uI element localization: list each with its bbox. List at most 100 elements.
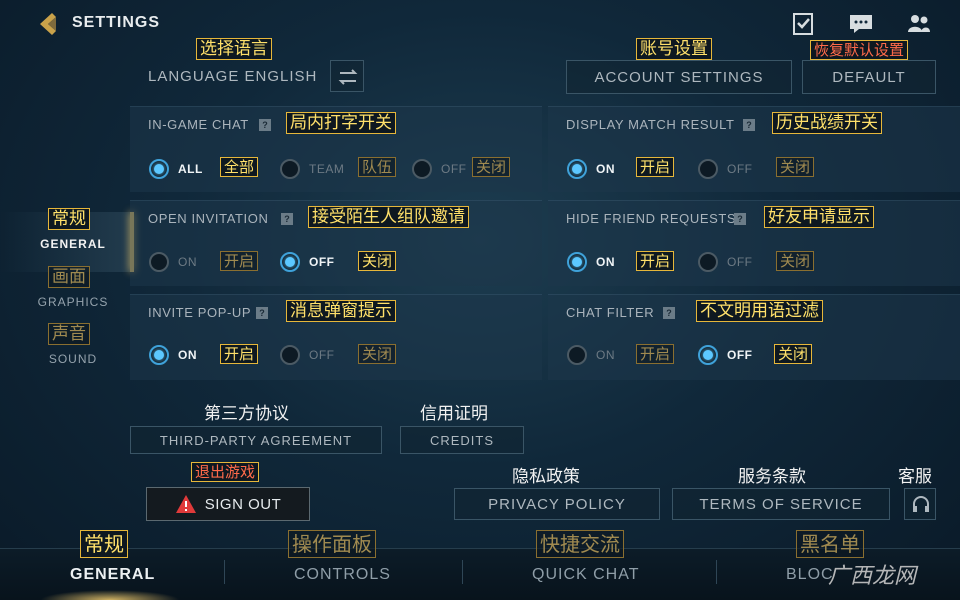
- help-icon[interactable]: ?: [734, 213, 746, 225]
- invite-popup-off-cn: 关闭: [358, 344, 397, 364]
- open-invitation-off-label: OFF: [309, 255, 335, 269]
- tab-quick-chat[interactable]: QUICK CHAT: [532, 566, 639, 584]
- account-settings-button[interactable]: ACCOUNT SETTINGS: [566, 60, 792, 94]
- display-match-cn: 历史战绩开关: [772, 112, 882, 134]
- help-icon[interactable]: ?: [281, 213, 293, 225]
- display-match-title: DISPLAY MATCH RESULT: [566, 117, 735, 132]
- swap-icon: [338, 69, 358, 85]
- display-match-on-label: ON: [596, 162, 615, 176]
- default-cn-label: 恢复默认设置: [810, 40, 909, 60]
- credits-cn: 信用证明: [420, 404, 488, 424]
- third-party-agreement-button[interactable]: THIRD-PARTY AGREEMENT: [130, 426, 382, 454]
- language-label[interactable]: LANGUAGE ENGLISH: [148, 68, 317, 85]
- hide-friend-on-label: ON: [596, 255, 615, 269]
- terms-cn: 服务条款: [738, 467, 806, 487]
- open-invitation-on-cn: 开启: [220, 251, 259, 271]
- customer-support-button[interactable]: [904, 488, 936, 520]
- help-icon[interactable]: ?: [259, 119, 271, 131]
- open-invitation-off-radio[interactable]: [280, 252, 300, 272]
- tab-quick-chat-cn: 快捷交流: [536, 530, 624, 558]
- ingame-chat-team-radio[interactable]: [280, 159, 300, 179]
- invite-popup-title: INVITE POP-UP: [148, 305, 252, 320]
- nav-general[interactable]: GENERAL: [28, 237, 118, 251]
- privacy-cn: 隐私政策: [512, 467, 580, 487]
- nav-general-cn: 常规: [48, 208, 90, 230]
- open-invitation-on-label: ON: [178, 255, 197, 269]
- ingame-chat-off-radio[interactable]: [412, 159, 432, 179]
- friends-icon[interactable]: [906, 12, 932, 36]
- page-title: SETTINGS: [72, 14, 161, 31]
- language-cn-label: 选择语言: [196, 38, 272, 60]
- hide-friend-off-cn: 关闭: [776, 251, 815, 271]
- invite-popup-on-radio[interactable]: [149, 345, 169, 365]
- default-button[interactable]: DEFAULT: [802, 60, 936, 94]
- sign-out-label: SIGN OUT: [204, 495, 282, 513]
- headset-icon: [913, 496, 929, 512]
- open-invitation-title: OPEN INVITATION: [148, 211, 269, 226]
- back-icon[interactable]: [36, 10, 64, 38]
- open-invitation-off-cn: 关闭: [358, 251, 397, 271]
- help-icon[interactable]: ?: [256, 307, 268, 319]
- open-invitation-cn: 接受陌生人组队邀请: [308, 206, 469, 228]
- help-icon[interactable]: ?: [663, 307, 675, 319]
- warning-icon: [175, 495, 196, 513]
- watermark-text: 广西龙网: [828, 564, 917, 589]
- account-settings-cn-label: 账号设置: [636, 38, 712, 60]
- chat-filter-cn: 不文明用语过滤: [696, 300, 823, 322]
- tab-general-cn: 常规: [80, 530, 128, 558]
- terms-of-service-button[interactable]: TERMS OF SERVICE: [672, 488, 890, 520]
- tab-active-glow: [40, 590, 180, 600]
- tab-block-cn: 黑名单: [796, 530, 864, 558]
- nav-graphics[interactable]: GRAPHICS: [28, 295, 118, 309]
- signout-cn: 退出游戏: [191, 462, 260, 482]
- support-cn: 客服: [898, 467, 932, 487]
- ingame-chat-off-label: OFF: [441, 162, 467, 176]
- tab-controls[interactable]: CONTROLS: [294, 566, 391, 584]
- invite-popup-off-label: OFF: [309, 348, 335, 362]
- tab-block[interactable]: BLOC: [786, 566, 834, 584]
- nav-sound[interactable]: SOUND: [28, 352, 118, 366]
- ingame-chat-all-radio[interactable]: [149, 159, 169, 179]
- open-invitation-on-radio[interactable]: [149, 252, 169, 272]
- display-match-off-label: OFF: [727, 162, 753, 176]
- language-swap-button[interactable]: [330, 60, 364, 92]
- hide-friend-off-label: OFF: [727, 255, 753, 269]
- tab-separator: [224, 560, 225, 584]
- ingame-chat-cn: 局内打字开关: [286, 112, 396, 134]
- chat-filter-title: CHAT FILTER: [566, 305, 655, 320]
- chat-filter-off-radio[interactable]: [698, 345, 718, 365]
- display-match-on-cn: 开启: [636, 157, 675, 177]
- display-match-on-radio[interactable]: [567, 159, 587, 179]
- chat-filter-on-radio[interactable]: [567, 345, 587, 365]
- invite-popup-on-cn: 开启: [220, 344, 259, 364]
- third-party-cn: 第三方协议: [204, 404, 289, 424]
- privacy-policy-button[interactable]: PRIVACY POLICY: [454, 488, 660, 520]
- help-icon[interactable]: ?: [743, 119, 755, 131]
- tab-separator: [462, 560, 463, 584]
- ingame-chat-all-cn: 全部: [220, 157, 259, 177]
- sign-out-button[interactable]: SIGN OUT: [146, 487, 310, 521]
- chat-filter-off-cn: 关闭: [774, 344, 813, 364]
- tab-controls-cn: 操作面板: [288, 530, 376, 558]
- ingame-chat-title: IN-GAME CHAT: [148, 117, 249, 132]
- hide-friend-cn: 好友申请显示: [764, 206, 874, 228]
- ingame-chat-all-label: ALL: [178, 162, 203, 176]
- invite-popup-off-radio[interactable]: [280, 345, 300, 365]
- display-match-off-radio[interactable]: [698, 159, 718, 179]
- invite-popup-on-label: ON: [178, 348, 197, 362]
- nav-sound-cn: 声音: [48, 323, 90, 345]
- tab-general[interactable]: GENERAL: [70, 566, 155, 584]
- hide-friend-off-radio[interactable]: [698, 252, 718, 272]
- chat-filter-off-label: OFF: [727, 348, 753, 362]
- invite-popup-cn: 消息弹窗提示: [286, 300, 396, 322]
- hide-friend-on-radio[interactable]: [567, 252, 587, 272]
- hide-friend-title: HIDE FRIEND REQUESTS: [566, 211, 737, 226]
- chat-filter-on-label: ON: [596, 348, 615, 362]
- chat-filter-on-cn: 开启: [636, 344, 675, 364]
- credits-button[interactable]: CREDITS: [400, 426, 524, 454]
- checklist-icon[interactable]: [790, 12, 816, 36]
- chat-bubble-icon[interactable]: [848, 12, 874, 36]
- nav-graphics-cn: 画面: [48, 266, 90, 288]
- ingame-chat-off-cn: 关闭: [472, 157, 511, 177]
- tab-separator: [716, 560, 717, 584]
